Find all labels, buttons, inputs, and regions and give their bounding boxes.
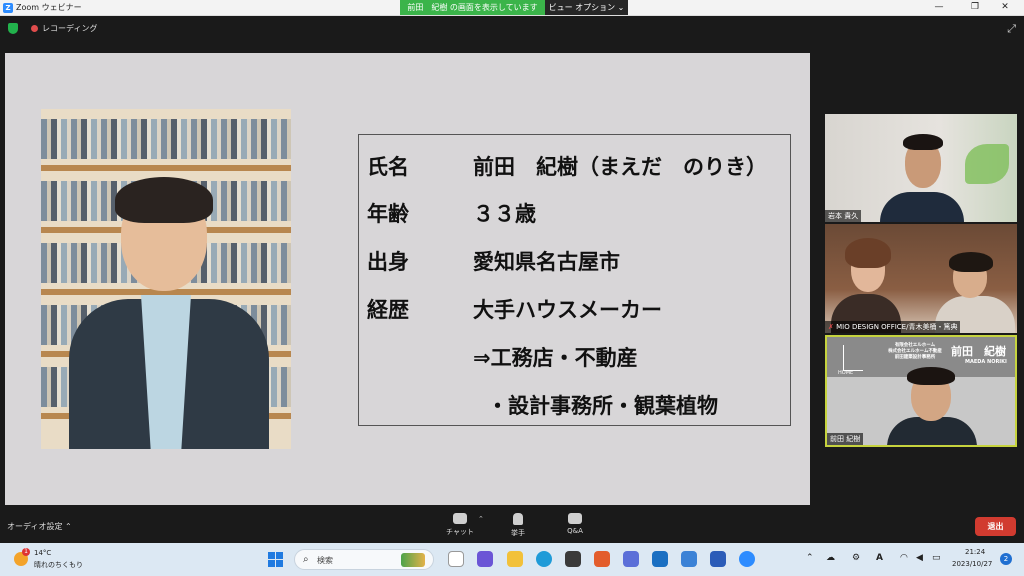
maximize-button[interactable]: ❐	[958, 0, 992, 15]
info-value: 前田 紀樹（まえだ のりき）	[473, 155, 767, 179]
participant-tile[interactable]: 岩本 貴久	[825, 114, 1017, 222]
search-box[interactable]: ⌕ 検索	[294, 549, 434, 570]
participant-name-text: MIO DESIGN OFFICE/青木美桶・篤典	[836, 323, 958, 331]
participant-tile[interactable]: ✗ MIO DESIGN OFFICE/青木美桶・篤典	[825, 224, 1017, 333]
info-value: ３３歳	[473, 202, 536, 226]
info-value: 大手ハウスメーカー	[473, 298, 662, 322]
file-explorer-icon[interactable]	[507, 551, 523, 567]
teams-chat-icon[interactable]	[477, 551, 493, 567]
company-logo	[843, 345, 863, 371]
window-title-bar: Z Zoom ウェビナー 前田 紀樹 の画面を表示しています ビュー オプション…	[0, 0, 1024, 16]
chat-icon	[453, 513, 467, 524]
outlook-icon[interactable]	[652, 551, 668, 567]
overlay-name: 前田 紀樹	[951, 345, 1006, 358]
recording-label: レコーディング	[42, 24, 98, 33]
app-title: Z Zoom ウェビナー	[3, 2, 82, 13]
tray-overflow-chevron-icon[interactable]: ⌃	[806, 553, 814, 563]
overlay-roman-name: MAEDA NORIKI	[965, 359, 1007, 365]
recording-icon	[31, 25, 38, 32]
volume-icon[interactable]: ◀	[916, 553, 923, 563]
word-icon[interactable]	[710, 551, 726, 567]
info-value: ⇒工務店・不動産	[473, 346, 638, 370]
fullscreen-icon[interactable]: ⤢	[1007, 22, 1016, 36]
notification-badge[interactable]: 2	[1000, 553, 1012, 565]
raise-hand-button[interactable]: 挙手	[498, 513, 538, 538]
screen-share-banner: 前田 紀樹 の画面を表示しています	[400, 0, 545, 15]
presentation-slide: 氏名 前田 紀樹（まえだ のりき） 年齢 ３３歳 出身 愛知県名古屋市 経歴 大…	[5, 53, 810, 505]
zoom-logo-icon: Z	[3, 2, 13, 13]
hand-icon	[513, 513, 523, 525]
company-names: 有限会社エルホーム 株式会社エルホーム不動産 前田建築設計事務所	[875, 343, 955, 361]
clock-time[interactable]: 21:24	[965, 548, 985, 556]
info-key: 出身	[367, 250, 409, 274]
info-value: 愛知県名古屋市	[473, 250, 620, 274]
windows-taskbar: 1 14°C 晴れのちくもり ⌕ 検索 ⌃ ☁ ⚙ A ◠ ◀ ▭ 21:24 …	[0, 543, 1024, 576]
close-button[interactable]: ✕	[988, 0, 1022, 15]
participant-name: 前田 紀樹	[827, 433, 864, 445]
search-icon: ⌕	[303, 554, 309, 565]
onedrive-icon[interactable]: ☁	[826, 553, 835, 563]
weather-description[interactable]: 晴れのちくもり	[34, 560, 83, 570]
view-options-button[interactable]: ビュー オプション ⌄	[545, 0, 628, 15]
zoom-app-icon[interactable]	[739, 551, 755, 567]
ime-indicator[interactable]: A	[876, 553, 883, 563]
encryption-shield-icon[interactable]	[8, 23, 18, 34]
meeting-top-bar: レコーディング ⤢	[0, 16, 1024, 40]
qa-icon	[568, 513, 582, 524]
profile-photo	[41, 109, 291, 449]
task-view-icon[interactable]	[448, 551, 464, 567]
info-key: 経歴	[367, 298, 409, 322]
store-icon[interactable]	[565, 551, 581, 567]
calendar-icon[interactable]	[681, 551, 697, 567]
profile-info-box: 氏名 前田 紀樹（まえだ のりき） 年齢 ３３歳 出身 愛知県名古屋市 経歴 大…	[358, 134, 791, 426]
raise-hand-label: 挙手	[511, 529, 525, 537]
shared-screen-area: 氏名 前田 紀樹（まえだ のりき） 年齢 ３３歳 出身 愛知県名古屋市 経歴 大…	[0, 40, 820, 510]
clock-date[interactable]: 2023/10/27	[952, 560, 992, 568]
chat-label: チャット	[446, 528, 474, 536]
company-logo-text: HOME	[838, 370, 854, 376]
weather-temperature[interactable]: 14°C	[34, 549, 51, 557]
battery-icon[interactable]: ▭	[932, 553, 941, 563]
leave-button[interactable]: 退出	[975, 517, 1016, 536]
meeting-toolbar: オーディオ設定 ⌃ チャット ⌃ 挙手 Q&A 退出	[0, 510, 1024, 543]
info-key: 氏名	[367, 155, 409, 179]
app-title-text: Zoom ウェビナー	[16, 3, 82, 12]
start-button[interactable]	[268, 552, 283, 567]
app-icon[interactable]	[623, 551, 639, 567]
info-key: 年齢	[367, 202, 409, 226]
info-value: ・設計事務所・観葉植物	[487, 394, 718, 418]
edge-icon[interactable]	[536, 551, 552, 567]
wifi-icon[interactable]: ◠	[900, 553, 908, 563]
office-icon[interactable]	[594, 551, 610, 567]
tray-app-icon[interactable]: ⚙	[852, 553, 860, 563]
weather-badge: 1	[22, 548, 30, 556]
audio-settings-button[interactable]: オーディオ設定 ⌃	[7, 521, 72, 532]
search-highlight-icon	[401, 553, 425, 567]
chat-options-chevron-icon[interactable]: ⌃	[478, 515, 484, 523]
search-placeholder: 検索	[317, 556, 333, 565]
qa-button[interactable]: Q&A	[555, 513, 595, 535]
qa-label: Q&A	[567, 527, 583, 535]
participant-tile-active-speaker[interactable]: HOME 有限会社エルホーム 株式会社エルホーム不動産 前田建築設計事務所 前田…	[825, 335, 1017, 447]
participant-name: 岩本 貴久	[825, 210, 862, 222]
minimize-button[interactable]: —	[922, 0, 956, 15]
muted-mic-icon: ✗	[828, 323, 834, 331]
company-line: 前田建築設計事務所	[894, 355, 936, 360]
participant-name: ✗ MIO DESIGN OFFICE/青木美桶・篤典	[825, 321, 961, 333]
chat-button[interactable]: チャット	[440, 513, 480, 537]
